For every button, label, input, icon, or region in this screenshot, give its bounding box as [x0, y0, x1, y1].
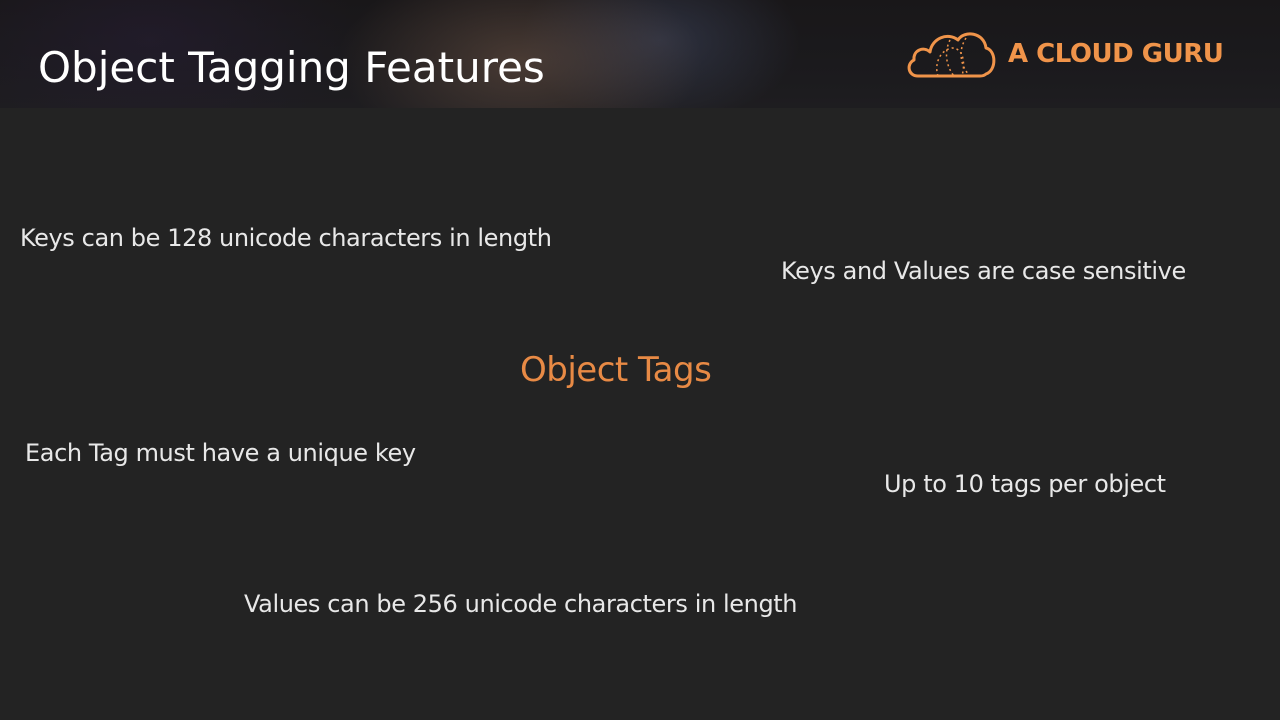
- cloud-logo-icon: [907, 32, 996, 78]
- slide-header: Object Tagging Features A CLOUD GURU: [0, 0, 1280, 108]
- fact-tag-limit: Up to 10 tags per object: [884, 470, 1166, 498]
- fact-unique-key: Each Tag must have a unique key: [25, 439, 416, 467]
- fact-key-length: Keys can be 128 unicode characters in le…: [20, 224, 552, 252]
- slide-title: Object Tagging Features: [38, 43, 545, 92]
- slide: Object Tagging Features A CLOUD GURU Key…: [0, 0, 1280, 720]
- object-tags-label: Object Tags: [520, 350, 712, 390]
- brand: A CLOUD GURU: [904, 26, 1224, 82]
- fact-value-length: Values can be 256 unicode characters in …: [244, 590, 798, 618]
- brand-name: A CLOUD GURU: [1008, 39, 1224, 69]
- fact-case-sensitive: Keys and Values are case sensitive: [781, 257, 1186, 285]
